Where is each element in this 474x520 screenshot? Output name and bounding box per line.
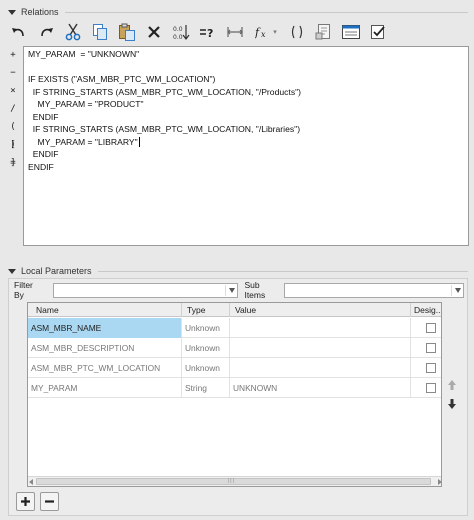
svg-text:0.0: 0.0 xyxy=(173,34,183,41)
designate-checkbox[interactable] xyxy=(426,383,436,393)
show-values-icon[interactable] xyxy=(340,21,362,43)
cut-icon[interactable] xyxy=(62,21,84,43)
scroll-right-icon[interactable] xyxy=(438,479,441,485)
cell-name[interactable]: MY_PARAM xyxy=(28,378,182,398)
table-row[interactable]: ASM_MBR_NAME Unknown xyxy=(28,318,441,338)
table-row[interactable]: ASM_MBR_DESCRIPTION Unknown xyxy=(28,338,441,358)
header-divider xyxy=(64,11,468,13)
svg-text:0.0: 0.0 xyxy=(173,26,183,33)
text-caret xyxy=(138,137,140,147)
column-header-type[interactable]: Type xyxy=(182,303,230,317)
cell-name[interactable]: ASM_MBR_NAME xyxy=(28,318,182,338)
header-divider xyxy=(97,270,468,272)
table-row[interactable]: MY_PARAM String UNKNOWN xyxy=(28,378,441,398)
sub-items-label: Sub Items xyxy=(244,280,266,300)
relations-section-header[interactable]: Relations xyxy=(0,4,474,20)
relation-line: IF STRING_STARTS (ASM_MBR_PTC_WM_LOCATIO… xyxy=(28,124,301,134)
collapse-triangle-icon[interactable] xyxy=(8,9,16,15)
move-down-button[interactable] xyxy=(446,397,458,411)
cell-type[interactable]: Unknown xyxy=(182,318,230,338)
parameters-table: Name Type Value Desig... ASM_MBR_NAME Un… xyxy=(27,302,442,487)
delete-icon[interactable] xyxy=(143,21,165,43)
unit-sensitive-icon[interactable] xyxy=(224,21,246,43)
cell-type[interactable]: Unknown xyxy=(182,358,230,378)
move-up-button[interactable] xyxy=(446,378,458,392)
paste-icon[interactable] xyxy=(116,21,138,43)
relation-line: ENDIF xyxy=(28,112,59,122)
relation-line-active: MY_PARAM = "LIBRARY" xyxy=(28,137,140,147)
operator-minus-button[interactable]: − xyxy=(6,64,20,82)
sub-items-select[interactable] xyxy=(284,282,464,298)
sort-icon[interactable]: 0.0 0.0 xyxy=(170,21,192,43)
operator-palette: + − × / ( ) [ ] = xyxy=(6,46,20,172)
designate-checkbox[interactable] xyxy=(426,363,436,373)
relation-line-text: MY_PARAM = "LIBRARY" xyxy=(28,137,138,147)
model-parameters-icon[interactable] xyxy=(313,21,335,43)
table-row[interactable]: ASM_MBR_PTC_WM_LOCATION Unknown xyxy=(28,358,441,378)
chevron-down-icon[interactable] xyxy=(455,287,461,293)
cell-name[interactable]: ASM_MBR_DESCRIPTION xyxy=(28,338,182,358)
cell-value[interactable]: UNKNOWN xyxy=(230,378,411,398)
operator-parentheses-button[interactable]: ( ) xyxy=(6,118,20,150)
relation-line: IF STRING_STARTS (ASM_MBR_PTC_WM_LOCATIO… xyxy=(28,87,302,97)
svg-text:x: x xyxy=(261,30,266,39)
function-dropdown-icon[interactable]: ▾ xyxy=(273,28,277,36)
column-header-designate[interactable]: Desig... xyxy=(411,303,441,317)
grip-icon: ||| xyxy=(228,478,235,484)
cell-type[interactable]: String xyxy=(182,378,230,398)
plus-icon xyxy=(21,497,30,506)
relation-line: IF EXISTS ("ASM_MBR_PTC_WM_LOCATION") xyxy=(28,74,216,84)
undo-icon[interactable] xyxy=(8,21,30,43)
table-header: Name Type Value Desig... xyxy=(28,303,441,317)
add-parameter-button[interactable] xyxy=(16,492,35,511)
local-parameters-title: Local Parameters xyxy=(21,266,92,276)
filter-by-select[interactable] xyxy=(52,282,239,298)
collapse-triangle-icon[interactable] xyxy=(8,268,16,274)
relation-line: MY_PARAM = "PRODUCT" xyxy=(28,99,144,109)
relations-editor[interactable]: MY_PARAM = "UNKNOWN" IF EXISTS ("ASM_MBR… xyxy=(23,46,469,246)
remove-parameter-button[interactable] xyxy=(40,492,59,511)
relation-line: ENDIF xyxy=(28,162,54,172)
relation-line: ENDIF xyxy=(28,149,59,159)
operator-divide-button[interactable]: / xyxy=(6,100,20,118)
designate-checkbox[interactable] xyxy=(426,323,436,333)
horizontal-scrollbar[interactable]: ||| xyxy=(28,476,441,486)
redo-icon[interactable] xyxy=(35,21,57,43)
svg-text:?: ? xyxy=(207,27,213,39)
operator-brackets-button[interactable]: [ ] xyxy=(6,136,20,168)
column-header-value[interactable]: Value xyxy=(230,303,411,317)
filter-by-label: Filter By xyxy=(14,280,33,300)
filter-row: Filter By Sub Items xyxy=(14,280,464,300)
designate-checkbox[interactable] xyxy=(426,343,436,353)
relation-line: MY_PARAM = "UNKNOWN" xyxy=(28,49,140,59)
cell-name[interactable]: ASM_MBR_PTC_WM_LOCATION xyxy=(28,358,182,378)
chevron-down-icon[interactable] xyxy=(229,287,236,293)
combo-divider xyxy=(451,284,452,296)
arrow-down-icon xyxy=(448,399,456,409)
operator-plus-button[interactable]: + xyxy=(6,46,20,64)
relations-title: Relations xyxy=(21,7,59,17)
copy-icon[interactable] xyxy=(89,21,111,43)
local-parameters-section-header[interactable]: Local Parameters xyxy=(0,263,474,279)
cell-type[interactable]: Unknown xyxy=(182,338,230,358)
relations-toolbar: 0.0 0.0 ? fx ▾ xyxy=(8,20,394,44)
verify-relations-icon[interactable] xyxy=(367,21,389,43)
operator-multiply-button[interactable]: × xyxy=(6,82,20,100)
column-header-name[interactable]: Name xyxy=(28,303,182,317)
cell-value[interactable] xyxy=(230,338,411,358)
minus-icon xyxy=(45,500,54,503)
splitter[interactable] xyxy=(0,252,474,258)
operator-equals-button[interactable]: = xyxy=(6,154,20,172)
function-icon[interactable]: fx ▾ xyxy=(251,21,281,43)
cell-value[interactable] xyxy=(230,358,411,378)
verify-icon[interactable]: ? xyxy=(197,21,219,43)
arrow-up-icon xyxy=(448,380,456,390)
cell-value[interactable] xyxy=(230,318,411,338)
scroll-left-icon[interactable] xyxy=(29,479,33,485)
parentheses-icon[interactable] xyxy=(286,21,308,43)
combo-divider xyxy=(225,284,227,296)
